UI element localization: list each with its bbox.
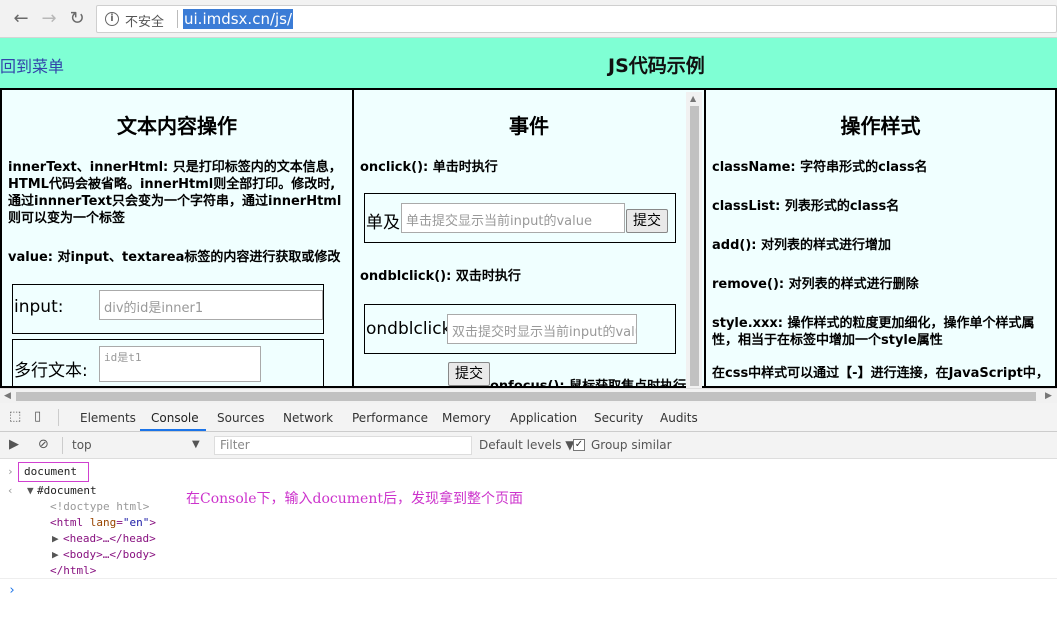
reload-icon[interactable]: ↻ bbox=[66, 8, 88, 30]
events-panel-scrollbar[interactable]: ▲ bbox=[686, 92, 702, 388]
group-similar-label: Group similar bbox=[591, 438, 672, 452]
tab-application[interactable]: Application bbox=[510, 411, 577, 425]
console-filter-input[interactable]: Filter bbox=[214, 436, 472, 455]
back-arrow-icon[interactable]: ← bbox=[10, 8, 32, 30]
inner-text-description: innerText、innerHtml: 只是打印标签内的文本信息，HTML代码… bbox=[8, 160, 342, 226]
style-panel: 操作样式 className: 字符串形式的class名 classList: … bbox=[704, 88, 1057, 388]
address-bar[interactable]: i 不安全 ui.imdsx.cn/js/ bbox=[96, 5, 1057, 33]
inner1-input[interactable]: div的id是inner1 bbox=[99, 290, 323, 320]
page-horizontal-scrollbar[interactable]: ◀ ▶ bbox=[0, 388, 1057, 403]
page-header: 回到菜单 JS代码示例 bbox=[0, 38, 1057, 88]
scroll-left-icon[interactable]: ◀ bbox=[4, 391, 11, 401]
tab-console[interactable]: Console bbox=[151, 411, 199, 425]
toolbar-divider bbox=[62, 437, 63, 454]
dbl-label: ondblclick: bbox=[366, 319, 458, 339]
body-node[interactable]: <body>…</body> bbox=[63, 548, 156, 561]
web-page: 回到菜单 JS代码示例 文本内容操作 innerText、innerHtml: … bbox=[0, 38, 1057, 388]
page-title: JS代码示例 bbox=[608, 55, 705, 77]
horizontal-scroll-thumb[interactable] bbox=[16, 392, 1036, 401]
events-panel: 事件 onclick(): 单击时执行 单及: 单击提交显示当前input的va… bbox=[352, 88, 706, 388]
log-levels-dropdown[interactable]: Default levels ▼ bbox=[479, 438, 575, 452]
tab-sources[interactable]: Sources bbox=[217, 411, 264, 425]
document-root-node[interactable]: #document bbox=[37, 484, 97, 497]
expand-body-icon[interactable]: ▶ bbox=[52, 548, 59, 561]
tab-memory[interactable]: Memory bbox=[442, 411, 491, 425]
console-toolbar: ▶ ⊘ top ▼ Filter Default levels ▼ ✓ Grou… bbox=[0, 432, 1057, 459]
console-prompt-icon[interactable]: › bbox=[8, 583, 16, 598]
info-icon[interactable]: i bbox=[105, 12, 119, 26]
tab-divider bbox=[58, 409, 59, 426]
panel-title: 操作样式 bbox=[840, 114, 921, 138]
expand-triangle-icon[interactable]: ▼ bbox=[27, 484, 34, 497]
prompt-divider bbox=[0, 578, 1057, 579]
html-attr-value: "en" bbox=[122, 516, 150, 529]
value-description: value: 对input、textarea标签的内容进行获取或修改 bbox=[8, 250, 341, 265]
style-item: 在css中样式可以通过【-】进行连接，在JavaScript中， bbox=[712, 366, 1049, 381]
panel-title: 文本内容操作 bbox=[117, 114, 237, 138]
show-sidebar-icon[interactable]: ▶ bbox=[9, 438, 23, 452]
scroll-up-icon[interactable]: ▲ bbox=[690, 94, 696, 103]
scroll-thumb[interactable] bbox=[690, 106, 699, 386]
tab-audits[interactable]: Audits bbox=[660, 411, 698, 425]
textarea-label: 多行文本: bbox=[14, 361, 88, 381]
device-toolbar-icon[interactable]: ▯ bbox=[34, 410, 48, 424]
doctype-node[interactable]: <!doctype html> bbox=[50, 500, 149, 513]
active-tab-indicator bbox=[140, 429, 206, 431]
input-demo-box: input: div的id是inner1 bbox=[12, 284, 324, 334]
result-arrow-icon: ‹ bbox=[7, 484, 14, 497]
ondblclick-input[interactable]: 双击提交时显示当前input的valu bbox=[447, 314, 637, 344]
head-node[interactable]: <head>…</head> bbox=[63, 532, 156, 545]
console-command: document bbox=[24, 465, 77, 478]
input-label: input: bbox=[14, 297, 64, 317]
browser-toolbar: ← → ↻ i 不安全 ui.imdsx.cn/js/ bbox=[0, 0, 1057, 38]
html-node[interactable]: <html lang="en"> bbox=[50, 516, 156, 529]
tab-elements[interactable]: Elements bbox=[80, 411, 136, 425]
url-text[interactable]: ui.imdsx.cn/js/ bbox=[183, 9, 294, 29]
address-divider bbox=[177, 10, 178, 28]
html-attr-name: lang bbox=[89, 516, 117, 529]
tab-network[interactable]: Network bbox=[283, 411, 333, 425]
console-output: › document ‹ ▼ #document <!doctype html>… bbox=[0, 459, 1057, 621]
panel-title: 事件 bbox=[509, 114, 549, 138]
style-item: add(): 对列表的样式进行增加 bbox=[712, 238, 891, 253]
context-selector[interactable]: top bbox=[72, 438, 92, 452]
style-item: remove(): 对列表的样式进行删除 bbox=[712, 277, 919, 292]
style-item: classList: 列表形式的class名 bbox=[712, 199, 900, 214]
inspect-element-icon[interactable]: ⬚ bbox=[9, 410, 23, 424]
text-content-panel: 文本内容操作 innerText、innerHtml: 只是打印标签内的文本信息… bbox=[0, 88, 354, 388]
html-close-node[interactable]: </html> bbox=[50, 564, 96, 577]
tab-performance[interactable]: Performance bbox=[352, 411, 428, 425]
onfocus-description: onfocus(): 鼠标获取焦点时执行 bbox=[490, 379, 687, 388]
onclick-input[interactable]: 单击提交显示当前input的value bbox=[401, 203, 625, 233]
ondblclick-description: ondblclick(): 双击时执行 bbox=[360, 269, 521, 284]
input-prompt-icon: › bbox=[7, 465, 14, 478]
submit-button[interactable]: 提交 bbox=[626, 209, 668, 233]
devtools-tab-bar: ⬚ ▯ Elements Console Sources Network Per… bbox=[0, 403, 1057, 432]
tab-security[interactable]: Security bbox=[594, 411, 643, 425]
single-label: 单及: bbox=[366, 213, 406, 233]
back-to-menu-link[interactable]: 回到菜单 bbox=[0, 53, 64, 77]
expand-head-icon[interactable]: ▶ bbox=[52, 532, 59, 545]
style-item: className: 字符串形式的class名 bbox=[712, 160, 928, 175]
onclick-description: onclick(): 单击时执行 bbox=[360, 160, 498, 175]
ondblclick-demo-box: ondblclick: 双击提交时显示当前input的valu bbox=[364, 304, 676, 354]
textarea-demo-box: 多行文本: id是t1 bbox=[12, 339, 324, 386]
forward-arrow-icon[interactable]: → bbox=[38, 8, 60, 30]
security-label[interactable]: 不安全 bbox=[125, 11, 164, 30]
scroll-right-icon[interactable]: ▶ bbox=[1045, 391, 1052, 401]
context-dropdown-icon[interactable]: ▼ bbox=[192, 439, 200, 450]
annotation-text: 在Console下，输入document后，发现拿到整个页面 bbox=[186, 491, 523, 507]
html-tag-name: html bbox=[56, 516, 84, 529]
onclick-demo-box: 单及: 单击提交显示当前input的value 提交 bbox=[364, 193, 676, 243]
clear-console-icon[interactable]: ⊘ bbox=[38, 438, 52, 452]
style-item: style.xxx: 操作样式的粒度更加细化，操作单个样式属性，相当于在标签中增… bbox=[712, 316, 1035, 348]
group-similar-checkbox[interactable]: ✓ bbox=[573, 439, 585, 451]
t1-textarea[interactable]: id是t1 bbox=[99, 346, 261, 382]
